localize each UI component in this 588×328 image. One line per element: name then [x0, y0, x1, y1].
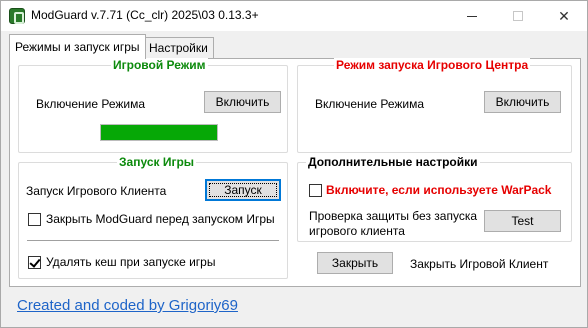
- main-window: ModGuard v.7.71 (Cc_clr) 2025\03 0.13.3+…: [0, 0, 588, 328]
- close-client-button[interactable]: Закрыть: [317, 252, 393, 274]
- group-center-mode: Режим запуска Игрового Центра Включение …: [297, 58, 572, 153]
- game-mode-status-bar: [100, 124, 218, 141]
- button-label: Test: [511, 214, 534, 228]
- group-game-launch: Запуск Игры Запуск Игрового Клиента Запу…: [18, 155, 288, 279]
- protection-check-label-line1: Проверка защиты без запуска: [309, 209, 477, 223]
- button-label: Включить: [495, 95, 550, 109]
- title-bar[interactable]: ModGuard v.7.71 (Cc_clr) 2025\03 0.13.3+…: [1, 1, 587, 31]
- warpack-checkbox[interactable]: [309, 184, 322, 197]
- clear-cache-label: Удалять кеш при запуске игры: [46, 255, 216, 269]
- window-title: ModGuard v.7.71 (Cc_clr) 2025\03 0.13.3+: [31, 8, 259, 22]
- group-game-mode: Игровой Режим Включение Режима Включить: [18, 58, 288, 153]
- group-title-game-mode: Игровой Режим: [111, 58, 208, 72]
- protection-check-label-line2: игрового клиента: [309, 224, 405, 238]
- close-icon: ✕: [558, 7, 570, 24]
- group-extra-settings: Дополнительные настройки Включите, если …: [297, 155, 572, 242]
- game-mode-status-fill: [101, 125, 217, 140]
- close-window-button[interactable]: ✕: [541, 1, 587, 31]
- group-title-game-launch: Запуск Игры: [117, 155, 197, 169]
- clear-cache-checkbox[interactable]: [28, 256, 41, 269]
- game-mode-enable-label: Включение Режима: [36, 97, 146, 111]
- launch-client-button[interactable]: Запуск: [205, 179, 281, 201]
- tab-modes-and-launch[interactable]: Режимы и запуск игры: [9, 34, 146, 59]
- group-title-center-mode: Режим запуска Игрового Центра: [334, 58, 531, 72]
- tab-label: Режимы и запуск игры: [15, 40, 140, 54]
- tab-panel-modes: Игровой Режим Включение Режима Включить …: [9, 58, 581, 287]
- tab-label: Настройки: [149, 41, 208, 55]
- button-label: Запуск: [224, 183, 262, 197]
- modguard-app-icon: [9, 8, 25, 24]
- close-modguard-checkbox[interactable]: [28, 213, 41, 226]
- group-title-extra-settings: Дополнительные настройки: [306, 155, 480, 169]
- launch-separator: [27, 240, 279, 241]
- close-modguard-label: Закрыть ModGuard перед запуском Игры: [46, 212, 275, 226]
- maximize-icon: [513, 11, 523, 21]
- button-label: Включить: [215, 95, 270, 109]
- close-client-label: Закрыть Игровой Клиент: [410, 257, 549, 271]
- game-mode-enable-button[interactable]: Включить: [204, 91, 281, 113]
- warpack-label: Включите, если используете WarPack: [326, 183, 552, 197]
- client-launch-label: Запуск Игрового Клиента: [26, 184, 167, 198]
- tab-settings[interactable]: Настройки: [143, 37, 214, 58]
- center-mode-enable-button[interactable]: Включить: [484, 91, 561, 113]
- credits-link[interactable]: Created and coded by Grigoriy69: [17, 297, 238, 314]
- minimize-button[interactable]: [449, 1, 495, 31]
- test-protection-button[interactable]: Test: [484, 210, 561, 232]
- maximize-button: [495, 1, 541, 31]
- center-mode-enable-label: Включение Режима: [315, 97, 425, 111]
- button-label: Закрыть: [331, 256, 379, 270]
- minimize-icon: [467, 15, 477, 17]
